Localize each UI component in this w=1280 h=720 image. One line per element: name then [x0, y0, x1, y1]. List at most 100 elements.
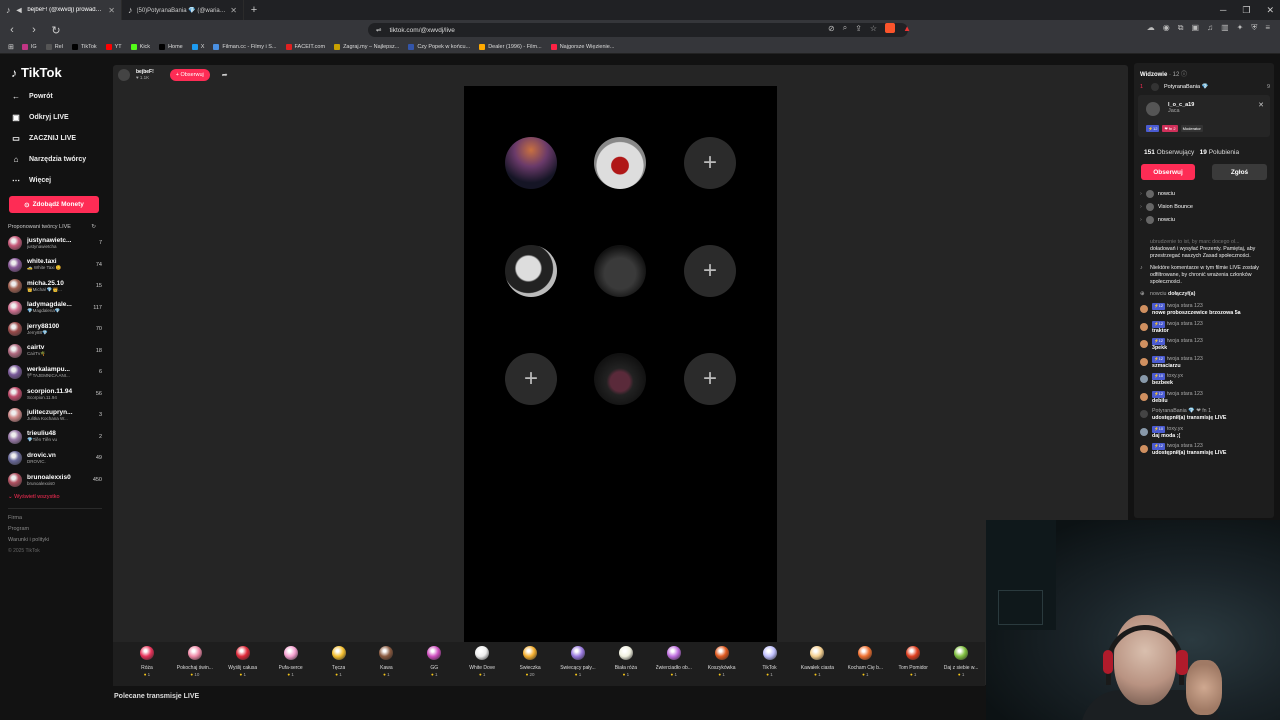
gift-item[interactable]: Pokochaj świn... ● 10 — [171, 642, 219, 686]
creator-item[interactable]: ladymagdale... 💎Magdalena💎 117 — [8, 299, 102, 316]
chat-message[interactable]: ⚡12 twoja stara 123 traktor — [1140, 320, 1270, 335]
sidebar-nav-item[interactable]: ⋯ Więcej — [11, 176, 102, 185]
gift-item[interactable]: Koszykówka ● 1 — [698, 642, 746, 686]
footer-link[interactable]: Firma — [8, 515, 102, 521]
bookmark-item[interactable]: TikTok — [71, 43, 97, 50]
add-guest-slot[interactable]: + — [684, 137, 736, 189]
maximize-icon[interactable]: ❐ — [1242, 5, 1250, 16]
gift-item[interactable]: Kawałek ciasta ● 1 — [793, 642, 841, 686]
follow-button[interactable]: Obserwuj — [1141, 164, 1195, 180]
creator-item[interactable]: white.taxi 🚕 White Taxi 😊 74 — [8, 256, 102, 273]
chat-message[interactable]: ⚡12 twoja stara 123 nowe proboszczewice br… — [1140, 303, 1270, 317]
close-icon[interactable]: ✕ — [1258, 101, 1264, 109]
minimize-icon[interactable]: ─ — [1220, 5, 1226, 15]
shield-icon[interactable]: ⛨ — [1251, 23, 1257, 33]
guest-slot[interactable] — [505, 137, 557, 189]
creator-item[interactable]: drovic.vn DROVIC. 49 — [8, 450, 102, 467]
gift-item[interactable]: GG ● 1 — [410, 642, 458, 686]
bookmark-star-icon[interactable]: ☆ — [870, 24, 877, 33]
gift-item[interactable]: Pufa-serce ● 1 — [267, 642, 315, 686]
creator-item[interactable]: cairtv CairTv🌴 18 — [8, 342, 102, 359]
gift-item[interactable]: Kawa ● 1 — [362, 642, 410, 686]
gift-item[interactable]: Świecący pały... ● 1 — [554, 642, 602, 686]
close-window-icon[interactable]: ✕ — [1266, 5, 1274, 16]
bookmark-item[interactable]: FACEIT.com — [285, 43, 325, 50]
close-tab-icon[interactable]: ✕ — [108, 6, 115, 15]
zoom-icon[interactable]: ⌕ — [843, 23, 847, 33]
bookmark-item[interactable]: Czy Popek w końcu... — [408, 43, 470, 50]
brave-rewards-icon[interactable]: ▲ — [903, 24, 911, 33]
bookmark-item[interactable]: Kick — [130, 43, 150, 50]
forward-icon[interactable]: › — [28, 24, 40, 36]
gift-item[interactable]: Tęcza ● 1 — [315, 642, 363, 686]
viewer-row[interactable]: › Vision Bounce — [1140, 200, 1268, 213]
add-guest-slot[interactable]: + — [505, 353, 557, 405]
chat-message[interactable]: ⚡10 toxy.yx daj moda ;( — [1140, 425, 1270, 440]
bookmark-item[interactable]: Dealer (1996) - Film... — [479, 43, 542, 50]
gift-item[interactable]: Zwierciadło ob... ● 1 — [650, 642, 698, 686]
puzzle-icon[interactable]: ✦ — [1237, 23, 1244, 33]
creator-item[interactable]: juliteczupryn... Julitka Kochana W... 3 — [8, 407, 102, 424]
gift-item[interactable]: Świeczka ● 20 — [506, 642, 554, 686]
bookmark-item[interactable]: IG — [21, 43, 37, 50]
vpn-icon[interactable]: ☁ — [1147, 23, 1155, 33]
bookmark-item[interactable]: YT — [105, 43, 122, 50]
host-info[interactable]: bejbeF! ♥ 1.1K — [136, 69, 154, 81]
footer-link[interactable]: Warunki i polityki — [8, 537, 102, 543]
refresh-icon[interactable]: ↻ — [91, 224, 96, 230]
host-avatar[interactable] — [118, 69, 130, 81]
gift-item[interactable]: Róża ● 1 — [123, 642, 171, 686]
extension-icon[interactable]: ⧉ — [1178, 23, 1184, 33]
mute-site-icon[interactable]: ⊘ — [828, 24, 835, 33]
music-icon[interactable]: ♫ — [1207, 23, 1213, 33]
gift-item[interactable]: Tom Pomidor ● 1 — [889, 642, 937, 686]
chat-message[interactable]: ⚡12 twoja stara 123 udostępnił(a) transmis… — [1140, 443, 1270, 457]
creator-item[interactable]: brunoalexxis0 brunoalexxis0 450 — [8, 471, 102, 488]
menu-icon[interactable]: ≡ — [1265, 23, 1270, 33]
gift-item[interactable]: TikTok ● 1 — [746, 642, 794, 686]
wallet-icon[interactable]: ▣ — [1192, 23, 1200, 33]
sidebar-nav-item[interactable]: ← Powrót — [11, 92, 102, 101]
sidebar-nav-item[interactable]: ⌂ Narzędzia twórcy — [11, 155, 102, 164]
chat-message[interactable]: ⚡12 twoja stara 123 szmaciarzu — [1140, 355, 1270, 370]
guest-slot[interactable] — [594, 245, 646, 297]
follow-host-button[interactable]: + Obserwuj — [169, 69, 210, 81]
site-info-icon[interactable]: ⇌ — [376, 26, 381, 34]
brave-shield-icon[interactable] — [885, 23, 896, 33]
creator-item[interactable]: micha.25.10 👑Michał 💎👑... 15 — [8, 278, 102, 295]
browser-tab-active[interactable]: ♪ ◄ bejbeF! (@xwvdj) prowadzi LI ✕ — [0, 0, 122, 20]
gift-item[interactable]: Kocham Cię b... ● 1 — [841, 642, 889, 686]
get-coins-button[interactable]: ⊙ Zdobądź Monety — [9, 196, 99, 213]
bookmark-item[interactable]: Zagraj.my – Najlepsz... — [334, 43, 399, 50]
gift-item[interactable]: Wyślij całusa ● 1 — [219, 642, 267, 686]
viewer-row[interactable]: › nowciu — [1140, 213, 1268, 226]
guest-slot[interactable] — [594, 353, 646, 405]
apps-grid-icon[interactable]: ⊞ — [8, 43, 14, 51]
creator-item[interactable]: scorpion.11.94 Scorpion.11.94 56 — [8, 385, 102, 402]
profile-avatar[interactable] — [1146, 102, 1160, 116]
bookmark-item[interactable]: Filman.cc - Filmy i S... — [213, 43, 277, 50]
speaker-icon[interactable]: ◄ — [15, 5, 24, 15]
chat-message[interactable]: ⚡12 twoja stara 123 debilu — [1140, 390, 1270, 405]
chat-message[interactable]: PotyranaBania 💎 ❤ fn 1 udostępnił(a) tran… — [1140, 408, 1270, 422]
gift-item[interactable]: Biała róża ● 1 — [602, 642, 650, 686]
share-icon[interactable]: ➦ — [222, 71, 228, 79]
sidebar-nav-item[interactable]: ▭ ZACZNIJ LIVE — [11, 134, 102, 143]
bookmark-item[interactable]: Rel — [45, 43, 63, 50]
footer-link[interactable]: Program — [8, 526, 102, 532]
url-field[interactable]: ⇌ tiktok.com/@xwvdj/live — [368, 23, 908, 37]
gift-item[interactable]: White Dove ● 1 — [458, 642, 506, 686]
back-icon[interactable]: ‹ — [6, 24, 18, 36]
tiktok-logo[interactable]: ♪ TikTok — [11, 65, 102, 80]
creator-item[interactable]: justynawietc... justynawietcha 7 — [8, 235, 102, 252]
add-guest-slot[interactable]: + — [684, 245, 736, 297]
chat-message[interactable]: ⚡12 twoja stara 123 3pekk — [1140, 338, 1270, 352]
bookmark-item[interactable]: Najgorsze Więzienie... — [550, 43, 614, 50]
live-video[interactable]: + + + + — [464, 86, 777, 645]
share-icon[interactable]: ⇪ — [855, 24, 862, 33]
viewer-row[interactable]: › nowciu — [1140, 187, 1268, 200]
gift-item[interactable]: Daj z siebie w... ● 1 — [937, 642, 985, 686]
creator-item[interactable]: jerry88100 Jerry88💎 70 — [8, 321, 102, 338]
bookmark-item[interactable]: X — [191, 43, 204, 50]
chat-message[interactable]: ⚡10 toxy.yx bezbeek — [1140, 373, 1270, 387]
